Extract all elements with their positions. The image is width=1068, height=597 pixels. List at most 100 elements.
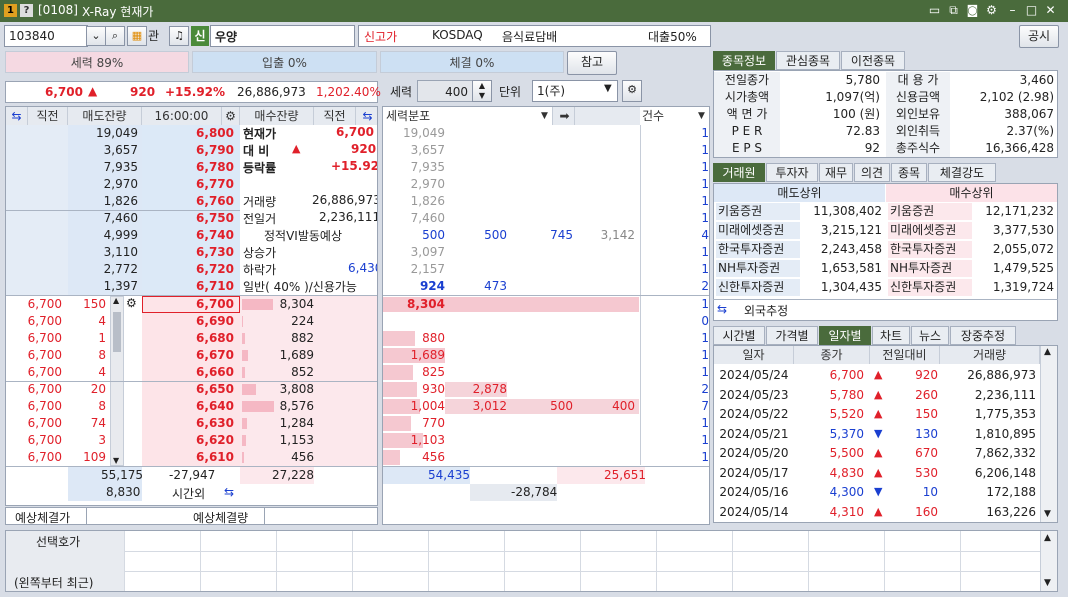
search-icon[interactable]: ⌕ bbox=[105, 26, 125, 46]
ask-price[interactable]: 6,760 bbox=[142, 193, 234, 210]
tab-broker-5[interactable]: 체결강도 bbox=[928, 163, 996, 182]
scroll-up-icon[interactable]: ▲ bbox=[113, 296, 119, 305]
stock-code-input[interactable]: 103840 bbox=[4, 25, 88, 47]
close-icon[interactable]: ✕ bbox=[1043, 3, 1058, 18]
bid-remain[interactable]: 3,808 bbox=[240, 381, 314, 398]
ask-remain[interactable]: 7,460 bbox=[68, 210, 138, 227]
help-icon[interactable]: ? bbox=[20, 4, 33, 17]
sell-broker-name[interactable]: NH투자증권 bbox=[716, 260, 800, 277]
ask-price[interactable]: 6,800 bbox=[142, 125, 234, 142]
ask-price[interactable]: 6,750 bbox=[142, 210, 234, 227]
sell-broker-name[interactable]: 신한투자증권 bbox=[716, 279, 800, 296]
bid-price[interactable]: 6,640 bbox=[142, 398, 234, 415]
tab-daily-1[interactable]: 가격별 bbox=[766, 326, 818, 345]
tab-daily-3[interactable]: 차트 bbox=[872, 326, 910, 345]
bid-remain[interactable]: 1,284 bbox=[240, 415, 314, 432]
bid-remain[interactable]: 852 bbox=[240, 364, 314, 381]
tab-daily-2[interactable]: 일자별 bbox=[819, 326, 871, 345]
ask-remain[interactable]: 2,970 bbox=[68, 176, 138, 193]
bid-price[interactable]: 6,660 bbox=[142, 364, 234, 381]
ask-price[interactable]: 6,710 bbox=[142, 278, 234, 295]
scroll-up-icon[interactable]: ▲ bbox=[1044, 533, 1051, 543]
gear-icon[interactable]: ⚙ bbox=[622, 80, 642, 102]
arrow-right-icon[interactable]: ➡ bbox=[555, 107, 575, 125]
bid-remain[interactable]: 1,153 bbox=[240, 432, 314, 449]
bid-remain[interactable]: 8,304 bbox=[240, 296, 314, 313]
bid-price[interactable]: 6,680 bbox=[142, 330, 234, 347]
ask-remain[interactable]: 19,049 bbox=[68, 125, 138, 142]
ask-remain[interactable]: 2,772 bbox=[68, 261, 138, 278]
sell-broker-name[interactable]: 키움증권 bbox=[716, 203, 800, 220]
swap-icon[interactable]: ⇆ bbox=[6, 107, 28, 125]
settings-icon[interactable]: ⚙ bbox=[984, 3, 999, 18]
dist-select[interactable]: 세력분포 bbox=[383, 107, 553, 125]
window-list-icon[interactable]: ▭ bbox=[927, 3, 942, 18]
bid-remain[interactable]: 456 bbox=[240, 449, 314, 466]
sell-broker-name[interactable]: 미래에셋증권 bbox=[716, 222, 800, 239]
chevron-down-icon[interactable]: ▼ bbox=[604, 83, 612, 94]
power-input[interactable]: 400 bbox=[417, 80, 473, 102]
ask-price[interactable]: 6,730 bbox=[142, 244, 234, 261]
bell-icon[interactable]: ♫ bbox=[169, 26, 189, 46]
bid-remain[interactable]: 8,576 bbox=[240, 398, 314, 415]
buy-broker-name[interactable]: 미래에셋증권 bbox=[888, 222, 972, 239]
tab-broker-4[interactable]: 종목 bbox=[891, 163, 927, 182]
reference-button[interactable]: 참고 bbox=[567, 51, 617, 75]
gear-icon[interactable]: ⚙ bbox=[222, 107, 240, 125]
gear-icon[interactable]: ⚙ bbox=[126, 296, 137, 310]
notice-button[interactable]: 공시 bbox=[1019, 25, 1059, 48]
chevron-down-icon[interactable]: ▼ bbox=[537, 107, 553, 125]
buy-broker-name[interactable]: NH투자증권 bbox=[888, 260, 972, 277]
tab-summary-0[interactable]: 종목정보 bbox=[713, 51, 775, 70]
scroll-up-icon[interactable]: ▲ bbox=[1044, 347, 1051, 357]
bid-price[interactable]: 6,690 bbox=[142, 313, 234, 330]
ask-remain[interactable]: 3,110 bbox=[68, 244, 138, 261]
tab-broker-3[interactable]: 의견 bbox=[854, 163, 890, 182]
ask-price[interactable]: 6,720 bbox=[142, 261, 234, 278]
bid-price[interactable]: 6,610 bbox=[142, 449, 234, 466]
bid-price[interactable]: 6,650 bbox=[142, 381, 234, 398]
scroll-down-icon[interactable]: ▼ bbox=[113, 456, 119, 465]
swap-icon[interactable]: ⇆ bbox=[356, 107, 377, 125]
bid-remain[interactable]: 224 bbox=[240, 313, 314, 330]
calendar-icon[interactable]: ▦ bbox=[127, 26, 147, 46]
bid-price[interactable]: 6,670 bbox=[142, 347, 234, 364]
minimize-icon[interactable]: – bbox=[1005, 3, 1020, 18]
stock-name[interactable]: 우양 bbox=[210, 25, 355, 47]
buy-broker-name[interactable]: 한국투자증권 bbox=[888, 241, 972, 258]
watch-tag[interactable]: 관 bbox=[148, 27, 159, 44]
bid-price[interactable]: 6,700 bbox=[142, 296, 234, 313]
tab-summary-1[interactable]: 관심종목 bbox=[776, 51, 840, 70]
scroll-thumb[interactable] bbox=[113, 312, 121, 352]
tab-daily-4[interactable]: 뉴스 bbox=[911, 326, 949, 345]
link-icon[interactable]: ⧉ bbox=[946, 3, 961, 18]
ask-price[interactable]: 6,790 bbox=[142, 142, 234, 159]
daily-scrollbar[interactable] bbox=[1040, 346, 1057, 522]
sell-broker-name[interactable]: 한국투자증권 bbox=[716, 241, 800, 258]
swap-icon[interactable]: ⇆ bbox=[224, 485, 234, 499]
ask-price[interactable]: 6,770 bbox=[142, 176, 234, 193]
ask-price[interactable]: 6,780 bbox=[142, 159, 234, 176]
power-stepper[interactable]: ▲ ▼ bbox=[472, 80, 492, 102]
ask-remain[interactable]: 1,826 bbox=[68, 193, 138, 210]
ask-remain[interactable]: 4,999 bbox=[68, 227, 138, 244]
camera-icon[interactable]: ◙ bbox=[965, 3, 980, 18]
ask-remain[interactable]: 3,657 bbox=[68, 142, 138, 159]
code-dropdown-button[interactable]: ⌄ bbox=[86, 26, 106, 46]
tab-broker-1[interactable]: 투자자 bbox=[766, 163, 818, 182]
ask-remain[interactable]: 7,935 bbox=[68, 159, 138, 176]
buy-broker-name[interactable]: 신한투자증권 bbox=[888, 279, 972, 296]
maximize-icon[interactable]: □ bbox=[1024, 3, 1039, 18]
tab-summary-2[interactable]: 이전종목 bbox=[841, 51, 905, 70]
ask-price[interactable]: 6,740 bbox=[142, 227, 234, 244]
tab-broker-2[interactable]: 재무 bbox=[819, 163, 853, 182]
scroll-down-icon[interactable]: ▼ bbox=[1044, 509, 1051, 519]
bid-price[interactable]: 6,620 bbox=[142, 432, 234, 449]
swap-icon[interactable]: ⇆ bbox=[717, 302, 727, 316]
tab-daily-0[interactable]: 시간별 bbox=[713, 326, 765, 345]
bid-price[interactable]: 6,630 bbox=[142, 415, 234, 432]
ask-remain[interactable]: 1,397 bbox=[68, 278, 138, 295]
window-number-icon[interactable]: 1 bbox=[4, 4, 17, 17]
bid-remain[interactable]: 882 bbox=[240, 330, 314, 347]
tab-broker-0[interactable]: 거래원 bbox=[713, 163, 765, 182]
